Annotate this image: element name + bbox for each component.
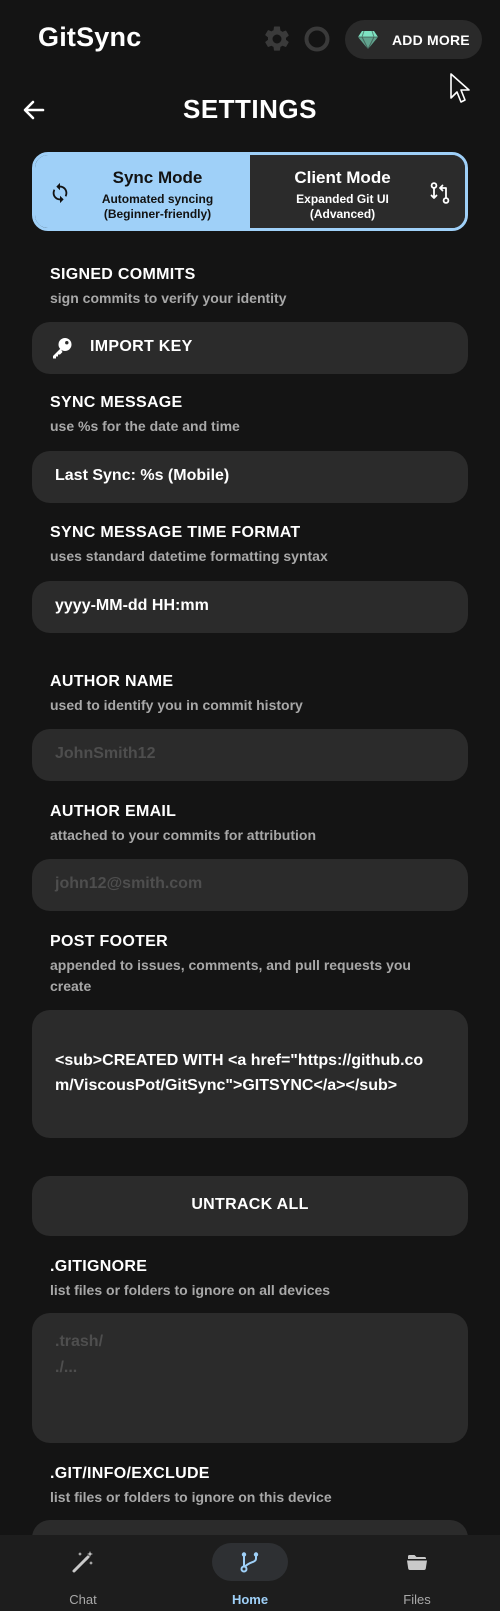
nav-home-label: Home <box>231 1592 269 1607</box>
sync-time-format-value: yyyy-MM-dd HH:mm <box>55 597 209 614</box>
magic-wand-icon <box>72 1551 93 1573</box>
page-title: SETTINGS <box>182 94 317 124</box>
client-mode-line1: Expanded Git UI <box>296 192 389 206</box>
sync-mode-title: Sync Mode <box>112 168 203 187</box>
app-title: GitSync <box>38 22 142 52</box>
post-footer-subtitle: appended to issues, comments, and pull r… <box>50 957 411 994</box>
author-email-placeholder: john12@smith.com <box>55 875 203 892</box>
nav-chat-label: Chat <box>69 1592 97 1607</box>
branch-icon <box>240 1552 259 1573</box>
folder-icon <box>407 1555 427 1571</box>
author-name-input[interactable]: JohnSmith12 <box>32 729 468 781</box>
untrack-all-label: UNTRACK ALL <box>191 1196 309 1213</box>
post-footer-input[interactable]: <sub>CREATED WITH <a href="https://githu… <box>32 1010 468 1138</box>
sync-mode-option[interactable]: Sync Mode Automated syncing (Beginner-fr… <box>35 155 250 228</box>
gem-icon <box>358 30 378 50</box>
signed-commits-subtitle: sign commits to verify your identity <box>50 290 287 306</box>
gitignore-placeholder: .trash/ ./... <box>55 1333 104 1376</box>
bottom-nav: Chat Home Files <box>0 1535 500 1611</box>
sync-time-format-input[interactable]: yyyy-MM-dd HH:mm <box>32 581 468 633</box>
author-name-subtitle: used to identify you in commit history <box>50 697 303 713</box>
top-bar: GitSync ADD MORE <box>0 0 500 103</box>
loading-ring-icon <box>304 26 330 52</box>
untrack-all-button[interactable]: UNTRACK ALL <box>32 1176 468 1236</box>
import-key-label: IMPORT KEY <box>90 338 193 355</box>
add-more-label: ADD MORE <box>392 31 470 48</box>
sync-mode-subtitle: Automated syncing (Beginner-friendly) <box>35 192 250 222</box>
sync-time-format-title: SYNC MESSAGE TIME FORMAT <box>50 524 301 541</box>
author-email-subtitle: attached to your commits for attribution <box>50 827 317 843</box>
gitignore-input[interactable]: .trash/ ./... <box>32 1313 468 1443</box>
nav-files[interactable]: Files <box>334 1535 500 1611</box>
sync-message-subtitle: use %s for the date and time <box>50 418 240 434</box>
sync-time-format-subtitle: uses standard datetime formatting syntax <box>50 548 328 564</box>
nav-home[interactable]: Home <box>167 1535 333 1611</box>
signed-commits-title: SIGNED COMMITS <box>50 266 196 283</box>
sync-mode-line1: Automated syncing <box>101 192 214 206</box>
gitignore-title: .GITIGNORE <box>50 1258 148 1275</box>
post-footer-title: POST FOOTER <box>50 933 168 950</box>
gitignore-subtitle: list files or folders to ignore on all d… <box>50 1282 331 1298</box>
client-mode-line2: (Advanced) <box>309 207 376 221</box>
git-info-exclude-subtitle: list files or folders to ignore on this … <box>50 1489 332 1505</box>
pull-request-icon <box>430 182 450 204</box>
author-email-input[interactable]: john12@smith.com <box>32 859 468 911</box>
key-icon <box>53 338 72 359</box>
nav-files-label: Files <box>403 1592 431 1607</box>
client-mode-option[interactable]: Client Mode Expanded Git UI (Advanced) <box>250 155 465 228</box>
sync-mode-line2: (Beginner-friendly) <box>103 207 212 221</box>
sync-message-value: Last Sync: %s (Mobile) <box>55 467 230 484</box>
sync-message-input[interactable]: Last Sync: %s (Mobile) <box>32 451 468 503</box>
sync-message-title: SYNC MESSAGE <box>50 394 183 411</box>
nav-chat[interactable]: Chat <box>0 1535 166 1611</box>
author-name-title: AUTHOR NAME <box>50 673 174 690</box>
gear-icon[interactable] <box>262 24 292 54</box>
author-email-title: AUTHOR EMAIL <box>50 803 177 820</box>
post-footer-value: <sub>CREATED WITH <a href="https://githu… <box>55 1052 424 1094</box>
add-more-button[interactable]: ADD MORE <box>345 20 482 59</box>
mode-toggle: Sync Mode Automated syncing (Beginner-fr… <box>32 152 468 231</box>
git-info-exclude-title: .GIT/INFO/EXCLUDE <box>50 1465 210 1482</box>
author-name-placeholder: JohnSmith12 <box>55 745 156 762</box>
import-key-button[interactable]: IMPORT KEY <box>32 322 468 374</box>
